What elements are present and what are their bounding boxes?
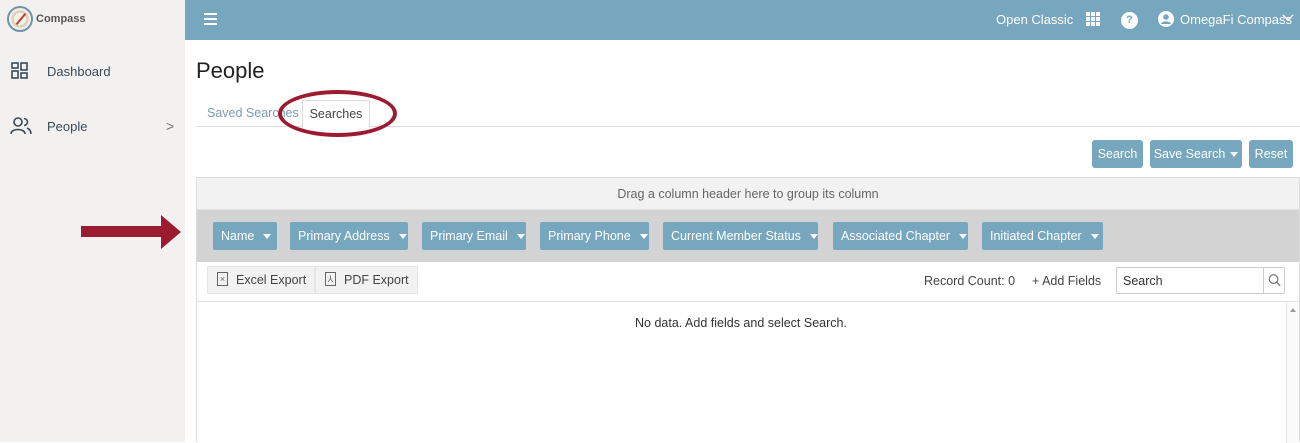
column-label: Current Member Status <box>671 229 801 243</box>
sidebar-item-label: People <box>47 118 88 134</box>
open-classic-link[interactable]: Open Classic <box>996 12 1073 27</box>
caret-down-icon[interactable] <box>1090 234 1099 240</box>
caret-down-icon[interactable] <box>263 234 272 240</box>
column-header-primary-email[interactable]: Primary Email <box>422 222 526 250</box>
people-grid: Drag a column header here to group its c… <box>196 177 1300 443</box>
chevron-right-icon: > <box>166 118 175 134</box>
help-icon[interactable]: ? <box>1121 12 1138 29</box>
page-title: People <box>196 58 265 83</box>
column-header-row: Name Primary Address Primary Email Prima… <box>197 210 1299 262</box>
hamburger-menu-icon[interactable] <box>204 13 217 25</box>
dashboard-icon <box>11 62 28 79</box>
reset-button[interactable]: Reset <box>1249 140 1293 168</box>
grid-search-box <box>1116 267 1285 294</box>
caret-down-icon[interactable] <box>959 234 968 240</box>
column-label: Associated Chapter <box>841 229 951 243</box>
compass-logo-icon <box>7 6 33 32</box>
save-search-label: Save Search <box>1153 147 1226 161</box>
excel-export-button[interactable]: × Excel Export <box>207 266 316 294</box>
excel-export-label: Excel Export <box>236 273 307 287</box>
caret-down-icon <box>1230 152 1239 158</box>
user-menu[interactable]: OmegaFi Compass <box>1180 12 1292 27</box>
pdf-export-button[interactable]: ⅄ PDF Export <box>315 266 418 294</box>
top-bar: Open Classic ? OmegaFi Compass <box>185 0 1300 40</box>
apps-grid-icon[interactable] <box>1086 12 1100 26</box>
grid-body: No data. Add fields and select Search. <box>197 302 1299 443</box>
sidebar-item-dashboard[interactable]: Dashboard <box>0 51 185 91</box>
column-header-primary-phone[interactable]: Primary Phone <box>540 222 649 250</box>
column-label: Primary Email <box>430 229 508 243</box>
user-avatar-icon[interactable] <box>1158 11 1174 27</box>
annotation-ellipse <box>278 90 397 137</box>
annotation-arrow-icon <box>81 215 181 249</box>
caret-down-icon[interactable] <box>639 234 648 240</box>
column-label: Initiated Chapter <box>990 229 1082 243</box>
record-count: Record Count: 0 <box>924 274 1016 288</box>
column-label: Primary Address <box>298 229 390 243</box>
brand-name: Compass <box>36 13 86 25</box>
column-header-name[interactable]: Name <box>213 222 277 250</box>
vertical-scrollbar[interactable] <box>1286 302 1299 443</box>
no-data-message: No data. Add fields and select Search. <box>635 316 847 330</box>
people-icon <box>10 117 32 135</box>
column-header-initiated-chapter[interactable]: Initiated Chapter <box>982 222 1103 250</box>
column-label: Name <box>221 229 255 243</box>
sidebar-item-label: Dashboard <box>47 63 111 79</box>
sidebar-item-people[interactable]: People > <box>0 106 185 146</box>
compass-logo[interactable]: Compass <box>7 5 86 33</box>
caret-down-icon[interactable] <box>398 234 407 240</box>
save-search-button[interactable]: Save Search <box>1150 140 1242 168</box>
add-fields-link[interactable]: + Add Fields <box>1032 274 1101 288</box>
grid-toolbar: × Excel Export ⅄ PDF Export Record Count… <box>197 262 1299 302</box>
pdf-export-label: PDF Export <box>344 273 409 287</box>
grid-search-input[interactable] <box>1117 268 1263 293</box>
column-label: Primary Phone <box>548 229 631 243</box>
caret-down-icon[interactable] <box>516 234 525 240</box>
search-icon[interactable] <box>1263 268 1285 293</box>
column-header-associated-chapter[interactable]: Associated Chapter <box>833 222 968 250</box>
caret-down-icon[interactable] <box>809 234 818 240</box>
column-header-primary-address[interactable]: Primary Address <box>290 222 408 250</box>
chevron-down-icon[interactable] <box>1282 11 1294 23</box>
pdf-file-icon: ⅄ <box>325 272 336 286</box>
excel-file-icon: × <box>217 272 228 286</box>
scroll-up-arrow-icon[interactable] <box>1290 308 1296 312</box>
search-button[interactable]: Search <box>1092 140 1143 168</box>
group-drop-zone[interactable]: Drag a column header here to group its c… <box>197 178 1299 210</box>
column-header-current-member-status[interactable]: Current Member Status <box>663 222 818 250</box>
